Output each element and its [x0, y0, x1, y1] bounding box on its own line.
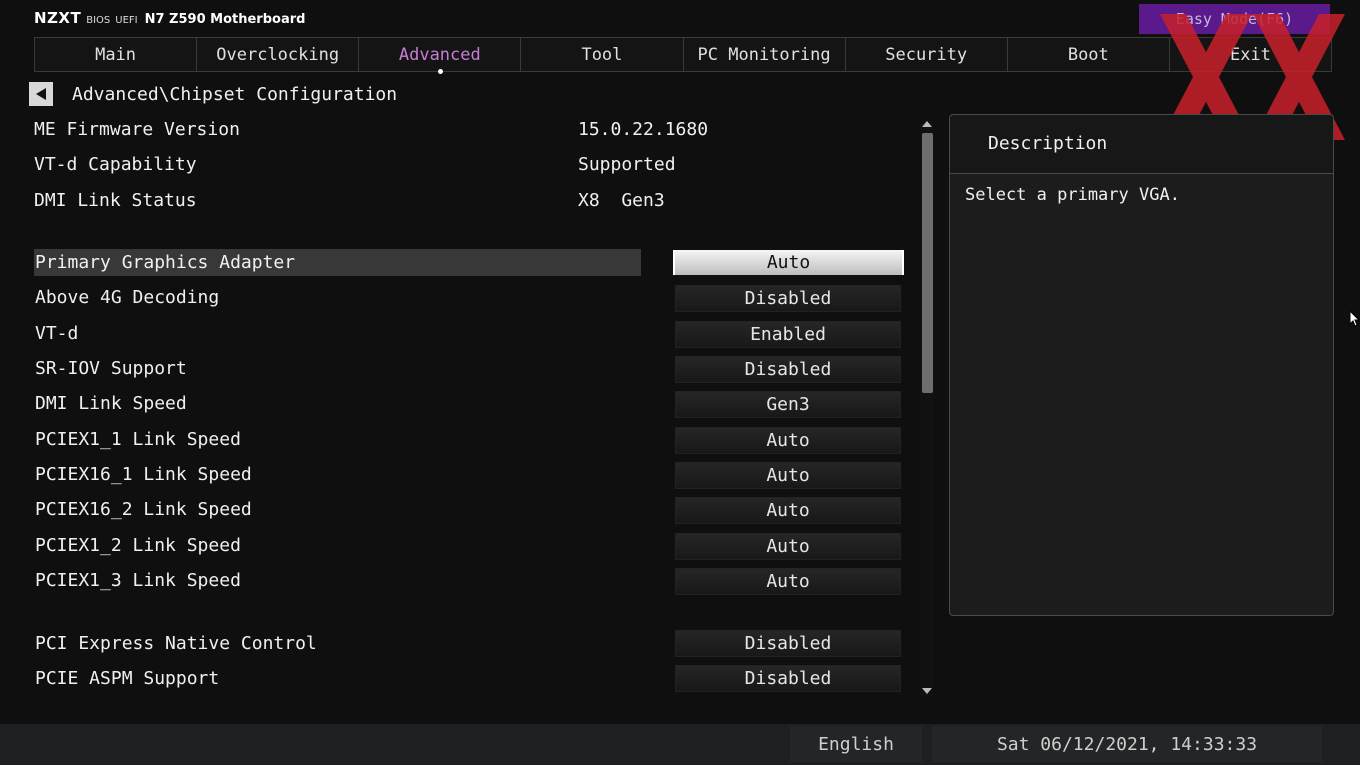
- tab-main[interactable]: Main: [34, 37, 198, 72]
- dmi-link-status-value: X8 Gen3: [578, 190, 665, 211]
- setting-value-sr-iov-support[interactable]: Disabled: [675, 356, 901, 383]
- setting-value-dmi-link-speed[interactable]: Gen3: [675, 391, 901, 418]
- tab-advanced[interactable]: Advanced: [359, 37, 522, 74]
- setting-value-above-4g-decoding[interactable]: Disabled: [675, 285, 901, 312]
- setting-value-pcie-aspm-support[interactable]: Disabled: [675, 665, 901, 692]
- scrollbar-thumb[interactable]: [922, 133, 933, 393]
- bios-label: BIOS: [86, 15, 111, 26]
- tab-security[interactable]: Security: [845, 37, 1008, 72]
- setting-label-primary-graphics-adapter[interactable]: Primary Graphics Adapter: [34, 249, 641, 276]
- scroll-up-icon[interactable]: [922, 121, 932, 127]
- tab-pc-monitoring[interactable]: PC Monitoring: [683, 37, 846, 72]
- tab-tool[interactable]: Tool: [521, 37, 684, 72]
- setting-label-pciex1-1-link-speed[interactable]: PCIEX1_1 Link Speed: [34, 426, 635, 453]
- setting-value-pci-express-native-control[interactable]: Disabled: [675, 630, 901, 657]
- scroll-down-icon[interactable]: [922, 688, 932, 694]
- main-tabs: Main Overclocking Advanced Tool PC Monit…: [34, 37, 1332, 74]
- setting-value-pciex1-1-link-speed[interactable]: Auto: [675, 427, 901, 454]
- setting-value-pciex1-2-link-speed[interactable]: Auto: [675, 533, 901, 560]
- setting-label-vt-d[interactable]: VT-d: [34, 320, 635, 347]
- me-firmware-version-label: ME Firmware Version: [34, 119, 240, 140]
- vt-d-capability-label: VT-d Capability: [34, 154, 197, 175]
- nzxt-logo: NZXT: [34, 9, 82, 27]
- setting-label-pcie-aspm-support[interactable]: PCIE ASPM Support: [34, 665, 635, 692]
- breadcrumb: Advanced\Chipset Configuration: [72, 84, 398, 105]
- brand: NZXT BIOS UEFI N7 Z590 Motherboard: [34, 9, 305, 27]
- description-text: Select a primary VGA.: [965, 185, 1180, 205]
- description-title: Description: [988, 133, 1108, 154]
- me-firmware-version-value: 15.0.22.1680: [578, 119, 709, 140]
- setting-label-above-4g-decoding[interactable]: Above 4G Decoding: [34, 284, 635, 311]
- setting-label-dmi-link-speed[interactable]: DMI Link Speed: [34, 390, 635, 417]
- tab-overclocking[interactable]: Overclocking: [197, 37, 360, 72]
- language-selector[interactable]: English: [790, 726, 922, 762]
- uefi-label: UEFI: [115, 15, 138, 26]
- mouse-pointer-icon: [1350, 311, 1360, 327]
- setting-label-pciex16-2-link-speed[interactable]: PCIEX16_2 Link Speed: [34, 496, 635, 523]
- setting-value-primary-graphics-adapter[interactable]: Auto: [673, 250, 904, 275]
- motherboard-model: N7 Z590 Motherboard: [144, 12, 306, 27]
- dmi-link-status-label: DMI Link Status: [34, 190, 197, 211]
- setting-value-pciex16-2-link-speed[interactable]: Auto: [675, 497, 901, 524]
- tab-boot[interactable]: Boot: [1007, 37, 1170, 72]
- setting-value-vt-d[interactable]: Enabled: [675, 321, 901, 348]
- datetime-display: Sat 06/12/2021, 14:33:33: [932, 726, 1322, 762]
- vt-d-capability-value: Supported: [578, 154, 676, 175]
- setting-label-pciex1-3-link-speed[interactable]: PCIEX1_3 Link Speed: [34, 567, 635, 594]
- triangle-left-icon: [36, 88, 46, 100]
- setting-label-sr-iov-support[interactable]: SR-IOV Support: [34, 355, 635, 382]
- setting-label-pci-express-native-control[interactable]: PCI Express Native Control: [34, 630, 635, 657]
- setting-label-pciex16-1-link-speed[interactable]: PCIEX16_1 Link Speed: [34, 461, 635, 488]
- back-button[interactable]: [29, 82, 53, 106]
- setting-value-pciex1-3-link-speed[interactable]: Auto: [675, 568, 901, 595]
- setting-value-pciex16-1-link-speed[interactable]: Auto: [675, 462, 901, 489]
- setting-label-pciex1-2-link-speed[interactable]: PCIEX1_2 Link Speed: [34, 532, 635, 559]
